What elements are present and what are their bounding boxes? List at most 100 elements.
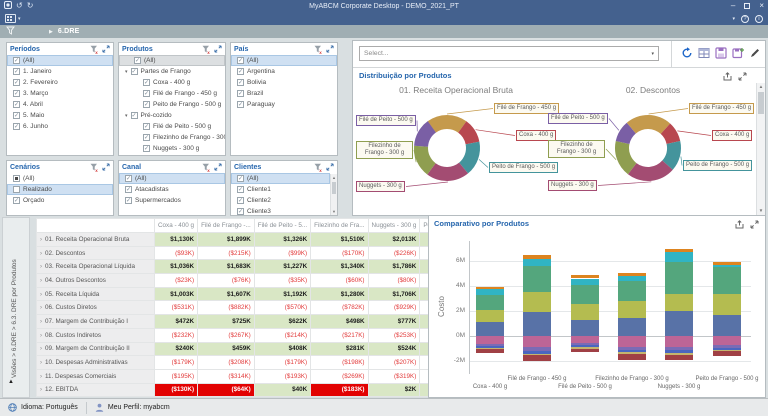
bar-segment[interactable] [665, 294, 693, 312]
checkbox[interactable]: ✓ [237, 57, 244, 64]
help-icon[interactable]: ? [741, 15, 749, 23]
checkbox[interactable]: ✓ [143, 123, 150, 130]
checkbox[interactable]: ✓ [131, 68, 138, 75]
expand-icon[interactable] [102, 163, 110, 171]
checkbox[interactable]: ✓ [13, 57, 20, 64]
filter-clear-icon[interactable]: x [90, 45, 99, 54]
scroll-up-icon[interactable]: ▲ [331, 174, 337, 181]
filter-item[interactable]: ✓Brazil [231, 88, 337, 99]
view-tab-strip[interactable]: Visões > 6.DRE > 6.3. DRE por Produtos ▲ [2, 217, 30, 398]
bar-segment[interactable] [618, 276, 646, 281]
collapse-ribbon-icon[interactable]: ▾ [732, 16, 735, 22]
bar-segment[interactable] [713, 351, 741, 356]
bar-segment[interactable] [571, 279, 599, 285]
bar-segment[interactable] [523, 266, 551, 292]
bar-segment[interactable] [571, 349, 599, 352]
bar-segment[interactable] [476, 310, 504, 323]
filter-item[interactable]: ✓Argentina [231, 66, 337, 77]
bar-segment[interactable] [618, 354, 646, 360]
bar-segment[interactable] [571, 320, 599, 336]
filter-item[interactable]: ✓Supermercados [119, 195, 225, 206]
collapse-triangle-icon[interactable]: ▲ [8, 379, 14, 385]
row-expander-icon[interactable]: › [40, 278, 42, 284]
row-expander-icon[interactable]: › [40, 360, 42, 366]
bar-segment[interactable] [665, 355, 693, 361]
checkbox[interactable]: ✓ [13, 101, 20, 108]
filter-item[interactable]: ✓Bolivia [231, 77, 337, 88]
undo-icon[interactable]: ↺ [16, 1, 23, 11]
checkbox[interactable]: ✓ [237, 208, 244, 215]
bar-segment[interactable] [713, 315, 741, 336]
checkbox[interactable]: ✓ [13, 90, 20, 97]
filter-item[interactable]: ✓Filé de Frango - 450 g [119, 88, 225, 99]
filter-clear-icon[interactable]: x [202, 45, 211, 54]
view-selector-icon[interactable] [5, 14, 16, 23]
expand-icon[interactable] [326, 45, 334, 53]
view-tab-label[interactable]: Visões > 6.DRE > 6.3. DRE por Produtos [11, 228, 18, 378]
expand-icon[interactable] [750, 220, 759, 231]
bar-segment[interactable] [618, 336, 646, 347]
checkbox[interactable]: ✓ [13, 79, 20, 86]
filter-item[interactable]: ✓Peito de Frango - 500 g [119, 99, 225, 110]
filter-item[interactable]: ✓Cliente3 [231, 206, 330, 216]
distribution-scrollbar[interactable]: ▲▼ [756, 83, 765, 215]
row-label[interactable]: ›02. Descontos [37, 246, 155, 260]
bar-segment[interactable] [713, 336, 741, 345]
export-icon[interactable] [735, 220, 744, 231]
refresh-icon[interactable] [681, 47, 693, 61]
filter-item[interactable]: ✓Cliente2 [231, 195, 330, 206]
filter-item[interactable]: ✓Nuggets - 300 g [119, 143, 225, 154]
checkbox[interactable]: ✓ [13, 68, 20, 75]
row-expander-icon[interactable]: › [40, 346, 42, 352]
bar-segment[interactable] [523, 355, 551, 361]
bar-segment[interactable] [618, 273, 646, 276]
row-expander-icon[interactable]: › [40, 305, 42, 311]
scrollbar-thumb[interactable] [758, 92, 764, 114]
scroll-down-icon[interactable]: ▼ [331, 208, 337, 215]
bar-segment[interactable] [571, 285, 599, 304]
bar-segment[interactable] [476, 322, 504, 336]
bar-segment[interactable] [665, 336, 693, 347]
checkbox[interactable] [13, 175, 20, 182]
bar-segment[interactable] [476, 289, 504, 295]
filter-item[interactable]: ✓Cliente1 [231, 184, 330, 195]
maximize-button[interactable] [744, 3, 750, 9]
filter-item[interactable]: ▾✓Pré-cozido [119, 110, 225, 121]
filter-clear-icon[interactable]: x [202, 163, 211, 172]
bar-segment[interactable] [665, 249, 693, 253]
close-button[interactable]: × [759, 2, 764, 10]
checkbox[interactable]: ✓ [237, 90, 244, 97]
row-expander-icon[interactable]: › [40, 264, 42, 270]
list-scrollbar[interactable]: ▲▼ [330, 174, 337, 215]
bar-segment[interactable] [618, 318, 646, 336]
row-expander-icon[interactable]: › [40, 251, 42, 257]
save-as-icon[interactable] [732, 47, 744, 61]
bar-segment[interactable] [571, 336, 599, 343]
bar-segment[interactable] [476, 287, 504, 290]
breadcrumb-filter-icon[interactable] [6, 26, 15, 37]
scrollbar-thumb[interactable] [332, 182, 336, 194]
view-select-dropdown[interactable]: Select... ▾ [359, 46, 659, 61]
filter-item[interactable]: ✓6. Junho [7, 121, 113, 132]
filter-item[interactable]: ✓Filezinho de Frango - 300 g [119, 132, 225, 143]
expand-icon[interactable] [214, 163, 222, 171]
checkbox[interactable]: ✓ [131, 112, 138, 119]
row-expander-icon[interactable]: › [40, 292, 42, 298]
row-label[interactable]: ›04. Outros Descontos [37, 274, 155, 288]
bar-segment[interactable] [665, 252, 693, 262]
checkbox[interactable]: ✓ [143, 145, 150, 152]
filter-item[interactable]: ✓3. Março [7, 88, 113, 99]
checkbox[interactable]: ✓ [143, 101, 150, 108]
filter-item[interactable]: ▾✓Partes de Frango [119, 66, 225, 77]
checkbox[interactable]: ✓ [237, 186, 244, 193]
bar-segment[interactable] [476, 349, 504, 353]
breadcrumb-play-icon[interactable]: ▶ [49, 29, 53, 35]
checkbox[interactable]: ✓ [13, 197, 20, 204]
row-label[interactable]: ›03. Receita Operacional Líquida [37, 260, 155, 274]
checkbox[interactable]: ✓ [237, 101, 244, 108]
view-caret-icon[interactable]: ▾ [18, 16, 21, 22]
bar-segment[interactable] [665, 262, 693, 293]
save-icon[interactable] [715, 47, 727, 61]
bar-segment[interactable] [476, 336, 504, 344]
row-expander-icon[interactable]: › [40, 374, 42, 380]
